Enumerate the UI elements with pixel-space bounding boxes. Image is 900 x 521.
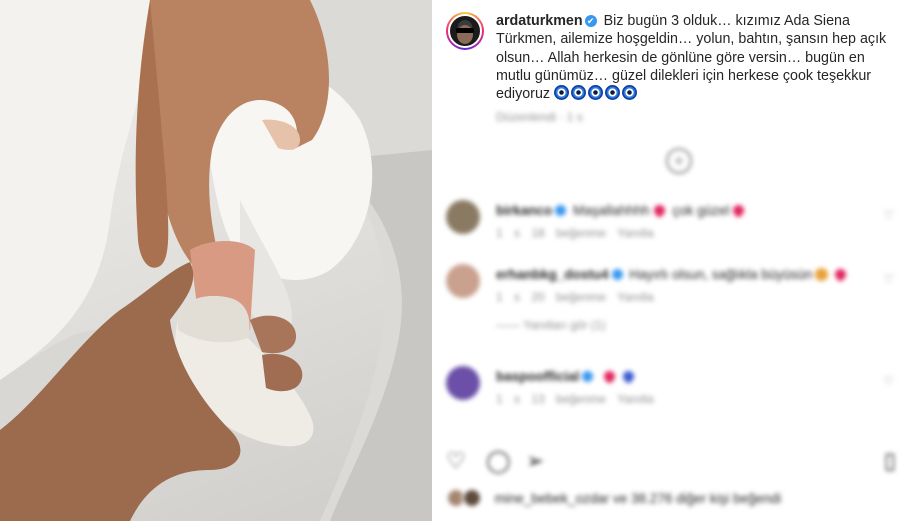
caption-row: ardaturkmen ✔ Biz bugün 3 olduk… kızımız … [446,12,896,103]
post-caption: ardaturkmen ✔ Biz bugün 3 olduk… kızımız … [496,12,896,103]
caption-time: Düzenlendi · 1 s [496,110,583,124]
post-detail-panel: ardaturkmen ✔ Biz bugün 3 olduk… kızımız … [432,0,900,521]
comment-text: birkanco Maşallahhhh çok güzel [496,202,856,220]
comment-username[interactable]: erhanbkg_dostu4 [496,267,609,282]
bookmark-icon[interactable]: ▯ [884,448,896,474]
verified-badge-icon: ✔ [584,15,597,27]
comment-message-after: çok güzel [672,203,730,218]
comment-avatar[interactable] [446,264,480,298]
comment-message: Hayırlı olsun, sağlıkla büyüsün [629,267,813,282]
smile-emoji-icon [815,268,829,281]
comment-icon[interactable]: ◯ [486,448,511,474]
comment-meta[interactable]: 1 s 13 beğenme Yanıtla [496,392,856,406]
verified-badge-icon [611,269,623,280]
comment-text: baspoofficial [496,368,856,386]
baby-hands-photo [0,0,432,521]
author-username[interactable]: ardaturkmen [496,13,583,29]
liker-avatar [462,488,482,508]
likes-count[interactable]: mine_bebek_ozdar ve 38.276 diğer kişi be… [494,491,781,506]
comment-text: erhanbkg_dostu4 Hayırlı olsun, sağlıkla … [496,266,856,284]
comment-username[interactable]: birkanco [496,203,552,218]
comment-body: baspoofficial 1 s 13 beğenme Yanıtla [496,368,856,406]
post-photo [0,0,432,521]
comment-body: erhanbkg_dostu4 Hayırlı olsun, sağlıkla … [496,266,856,332]
paper-plane-icon[interactable]: ➢ [526,448,544,474]
avatar-glasses [456,28,474,33]
heart-emoji-icon [833,266,849,283]
heart-emoji-icon [620,368,637,385]
verified-badge-icon [555,205,567,216]
nazar-emoji-icon [554,85,570,101]
comment-message: Maşallahhhh [573,203,650,218]
comment-like-icon[interactable]: ♡ [883,374,894,388]
heart-outline-icon[interactable]: ♡ [446,448,466,474]
comment-body: birkanco Maşallahhhh çok güzel 1 s 18 be… [496,202,856,240]
comment-avatar[interactable] [446,366,480,400]
nazar-emoji-icon [605,85,621,101]
comment-meta[interactable]: 1 s 18 beğenme Yanıtla [496,226,856,240]
post-actions: ♡ ◯ ➢ ▯ [446,446,896,476]
author-avatar[interactable] [448,14,482,48]
verified-badge-icon [582,371,594,382]
nazar-emoji-icon [571,85,587,101]
likers-avatars [446,488,490,508]
comment-username[interactable]: baspoofficial [496,369,579,384]
author-avatar-ring[interactable] [446,12,484,50]
comment-avatar[interactable] [446,200,480,234]
heart-emoji-icon [651,202,667,219]
heart-emoji-icon [731,202,747,219]
comment-like-icon[interactable]: ♡ [883,272,894,286]
load-more-comments-icon[interactable] [666,148,692,174]
comment-like-icon[interactable]: ♡ [883,208,894,222]
heart-emoji-icon [601,368,618,385]
nazar-emoji-icon [588,85,604,101]
comment-meta[interactable]: 1 s 20 beğenme Yanıtla [496,290,856,304]
likes-row: mine_bebek_ozdar ve 38.276 diğer kişi be… [446,488,896,508]
nazar-emoji-icon [622,85,638,101]
view-replies[interactable]: —— Yanıtları gör (1) [496,318,856,332]
